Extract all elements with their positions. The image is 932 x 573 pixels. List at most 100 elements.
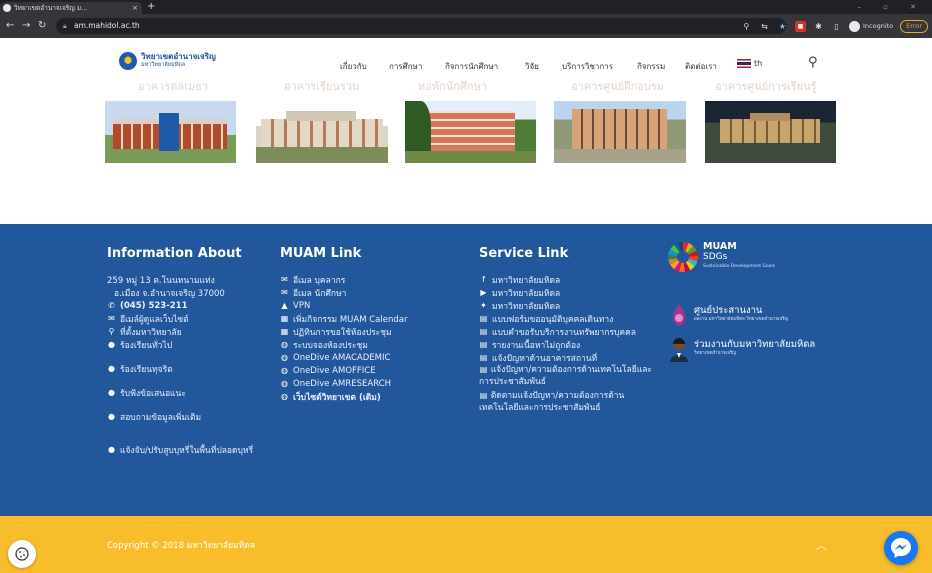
building-photo[interactable]: [405, 101, 536, 163]
coordination-subtitle: ผลงาน มหาวิทยาลัยมหิดล วิทยาเขตอำนาจเจริ…: [694, 317, 789, 322]
footer-link-corruption-complaint[interactable]: ● ร้องเรียนทุจริต: [107, 362, 253, 375]
footer-muam-column: MUAM Link ✉ อีเมล บุคลากร ✉ อีเมล นักศึกษา…: [280, 246, 407, 403]
work-with-us-title: ร่วมงานกับมหาวิทยาลัยมหิดล: [694, 339, 816, 350]
building-caption: อาคารศูนย์ฝึกอบรม: [571, 80, 665, 93]
muam-link-staff-email[interactable]: ✉ อีเมล บุคลากร: [280, 273, 407, 286]
sidepanel-icon[interactable]: ▯: [831, 21, 842, 32]
muam-link-old-website[interactable]: ◍ เว็บไซต์วิทยาเขต (เดิม): [280, 390, 407, 403]
map-pin-icon: ⚲: [108, 327, 115, 336]
language-label: th: [754, 59, 763, 68]
service-link-travel-form[interactable]: ▤ แบบฟอร์มขออนุมัติบุคคลเดินทาง: [479, 312, 659, 325]
site-logo[interactable]: วิทยาเขตอำนาจเจริญ มหาวิทยาลัยมหิดล: [119, 52, 216, 70]
work-with-us-subtitle: วิทยาเขตอำนาจเจริญ: [694, 351, 737, 356]
link-label: แบบคำขอรับบริการงานทรัพยากรบุคคล: [492, 327, 636, 338]
incognito-indicator[interactable]: Incognito: [848, 20, 893, 32]
padlock-icon: 🔒︎: [63, 22, 67, 30]
browser-toolbar: ← → ↻ 🔒︎ am.mahidol.ac.th ⚲ ⇆ ★ ■ ✱ ▯ In…: [0, 14, 932, 38]
muam-link-room-booking[interactable]: ◍ ระบบจองห้องประชุม: [280, 338, 407, 351]
link-label: OneDive AMOFFICE: [293, 365, 376, 376]
link-label: OneDive AMRESEARCH: [293, 378, 391, 389]
menu-item-contact[interactable]: ติดต่อเรา: [685, 60, 717, 73]
tab-close-icon[interactable]: ×: [132, 2, 138, 14]
building-photo[interactable]: [554, 101, 686, 163]
favicon-icon: [3, 4, 11, 12]
footer-link-feedback[interactable]: ● รับฟังข้อเสนอแนะ: [107, 386, 253, 399]
globe-icon: ◍: [281, 353, 288, 362]
bottom-bar: Copyright © 2018 มหาวิทยาลัยมหิดล ︿: [0, 516, 932, 573]
back-arrow-icon[interactable]: ←: [6, 18, 14, 34]
building-photo[interactable]: [105, 101, 236, 163]
building-photo[interactable]: [705, 101, 836, 163]
logo-text: วิทยาเขตอำนาจเจริญ มหาวิทยาลัยมหิดล: [141, 53, 216, 69]
footer-link-location[interactable]: ⚲ ที่ตั้งมหาวิทยาลัย: [107, 325, 253, 338]
doc-icon: ▤: [479, 314, 488, 323]
service-link-youtube[interactable]: ▶ มหาวิทยาลัยมหิดล: [479, 286, 659, 299]
footer-link-webmaster-email[interactable]: ✉ อีเมล์ผู้ดูแลเว็บไซต์: [107, 312, 253, 325]
menu-item-about[interactable]: เกี่ยวกับ: [340, 60, 367, 73]
link-label: เว็บไซต์วิทยาเขต (เดิม): [293, 392, 381, 403]
language-switcher[interactable]: th: [737, 59, 762, 68]
building-captions: อาคารดลเมธา อาคารเรียนรวม หอพักนักศึกษา …: [0, 77, 932, 93]
muam-link-onedrive-research[interactable]: ◍ OneDive AMRESEARCH: [280, 377, 407, 390]
menu-item-education[interactable]: การศึกษา: [389, 60, 422, 73]
scroll-to-top-chevron-icon[interactable]: ︿: [816, 537, 827, 553]
address-bar[interactable]: 🔒︎ am.mahidol.ac.th: [56, 18, 786, 34]
reload-icon[interactable]: ↻: [38, 18, 46, 34]
service-link-facebook[interactable]: f มหาวิทยาลัยมหิดล: [479, 273, 659, 286]
muam-link-student-email[interactable]: ✉ อีเมล นักศึกษา: [280, 286, 407, 299]
footer-link-general-complaint[interactable]: ● ร้องเรียนทั่วไป: [107, 338, 253, 351]
globe-icon: ◍: [281, 379, 288, 388]
footer-link-smoking-report[interactable]: ● แจ้งจับ/ปรับสูบบุหรี่ในพื้นที่ปลอดบุหรี…: [107, 443, 253, 456]
logo-title: วิทยาเขตอำนาจเจริญ: [141, 52, 216, 61]
share-icon[interactable]: ⇆: [759, 21, 770, 32]
forward-arrow-icon[interactable]: →: [22, 18, 30, 34]
muam-link-calendar[interactable]: ▦ เพิ่มกิจกรรม MUAM Calendar: [280, 312, 408, 325]
link-label: ร้องเรียนทุจริต: [120, 364, 173, 375]
phone-link[interactable]: ✆ (045) 523-211: [107, 299, 253, 312]
youtube-icon: ▶: [480, 288, 487, 297]
menu-item-academic-services[interactable]: บริการวิชาการ: [562, 60, 613, 73]
muam-link-vpn[interactable]: ▲ VPN: [280, 299, 407, 312]
bookmark-star-icon[interactable]: ★: [777, 21, 788, 32]
puzzle-icon[interactable]: ✱: [813, 21, 824, 32]
service-link-track-issue[interactable]: ▤ ติดตามแจ้งปัญหา/ความต้องการด้านเทคโนโล…: [479, 390, 659, 414]
menu-item-student-affairs[interactable]: กิจการนักศึกษา: [445, 60, 498, 73]
sdg-text: MUAM SDGs Sustainable Development Goals: [703, 242, 775, 272]
menu-item-activities[interactable]: กิจกรรม: [637, 60, 665, 73]
building-caption: อาคารเรียนรวม: [284, 80, 360, 93]
zoom-icon[interactable]: ⚲: [741, 21, 752, 32]
link-label: รับฟังข้อเสนอแนะ: [120, 388, 186, 399]
service-link-twitter[interactable]: ✦ มหาวิทยาลัยมหิดล: [479, 299, 659, 312]
toolbar-icons: ⚲ ⇆ ★ ■ ✱ ▯ Incognito Error: [741, 18, 928, 34]
work-with-us-link[interactable]: ร่วมงานกับมหาวิทยาลัยมหิดล วิทยาเขตอำนาจ…: [668, 336, 815, 362]
browser-tab-strip: วิทยาเขตอำนาจเจริญ ม... × + – ▫ ✕: [0, 0, 932, 14]
menu-item-research[interactable]: วิจัย: [525, 60, 539, 73]
service-link-tech-issue[interactable]: ▤ แจ้งปัญหา/ความต้องการด้านเทคโนโลยีและก…: [479, 364, 659, 388]
sdg-badge[interactable]: MUAM SDGs Sustainable Development Goals: [668, 242, 775, 272]
search-icon[interactable]: ⚲: [808, 55, 818, 70]
building-photo[interactable]: [256, 101, 388, 163]
cookie-settings-button[interactable]: [8, 540, 36, 568]
service-link-hr-request[interactable]: ▤ แบบคำขอรับบริการงานทรัพยากรบุคคล: [479, 325, 659, 338]
building-gallery: [0, 101, 932, 181]
twitter-icon: ✦: [480, 301, 487, 310]
extension-icon[interactable]: ■: [794, 20, 806, 32]
error-button[interactable]: Error: [900, 19, 928, 33]
footer-link-more-info[interactable]: ● สอบถามข้อมูลเพิ่มเติม: [107, 410, 253, 423]
muam-link-onedrive-office[interactable]: ◍ OneDive AMOFFICE: [280, 364, 407, 377]
service-link-building-issue[interactable]: ▤ แจ้งปัญหาด้านอาคารสถานที่: [479, 351, 659, 364]
window-controls[interactable]: – ▫ ✕: [857, 0, 926, 14]
incognito-avatar-icon: [848, 20, 860, 32]
browser-tab[interactable]: วิทยาเขตอำนาจเจริญ ม... ×: [0, 2, 142, 14]
link-label: มหาวิทยาลัยมหิดล: [492, 288, 561, 299]
messenger-chat-button[interactable]: [884, 531, 918, 565]
coordination-title: ศูนย์ประสานงาน: [694, 305, 763, 316]
coordination-center-link[interactable]: ศูนย์ประสานงาน ผลงาน มหาวิทยาลัยมหิดล วิ…: [668, 302, 788, 328]
doc-icon: ▤: [479, 365, 488, 374]
link-label: ติดตามแจ้งปัญหา/ความต้องการด้านเทคโนโลยี…: [479, 391, 625, 413]
chat-icon: ●: [108, 412, 115, 421]
muam-link-room-calendar[interactable]: ▦ ปฏิทินการขอใช้ห้องประชุม: [280, 325, 407, 338]
new-tab-button[interactable]: +: [147, 1, 155, 13]
muam-link-onedrive-academic[interactable]: ◍ OneDive AMACADEMIC: [280, 351, 407, 364]
service-link-report-content[interactable]: ▤ รายงานเนื้อหาไม่ถูกต้อง: [479, 338, 659, 351]
